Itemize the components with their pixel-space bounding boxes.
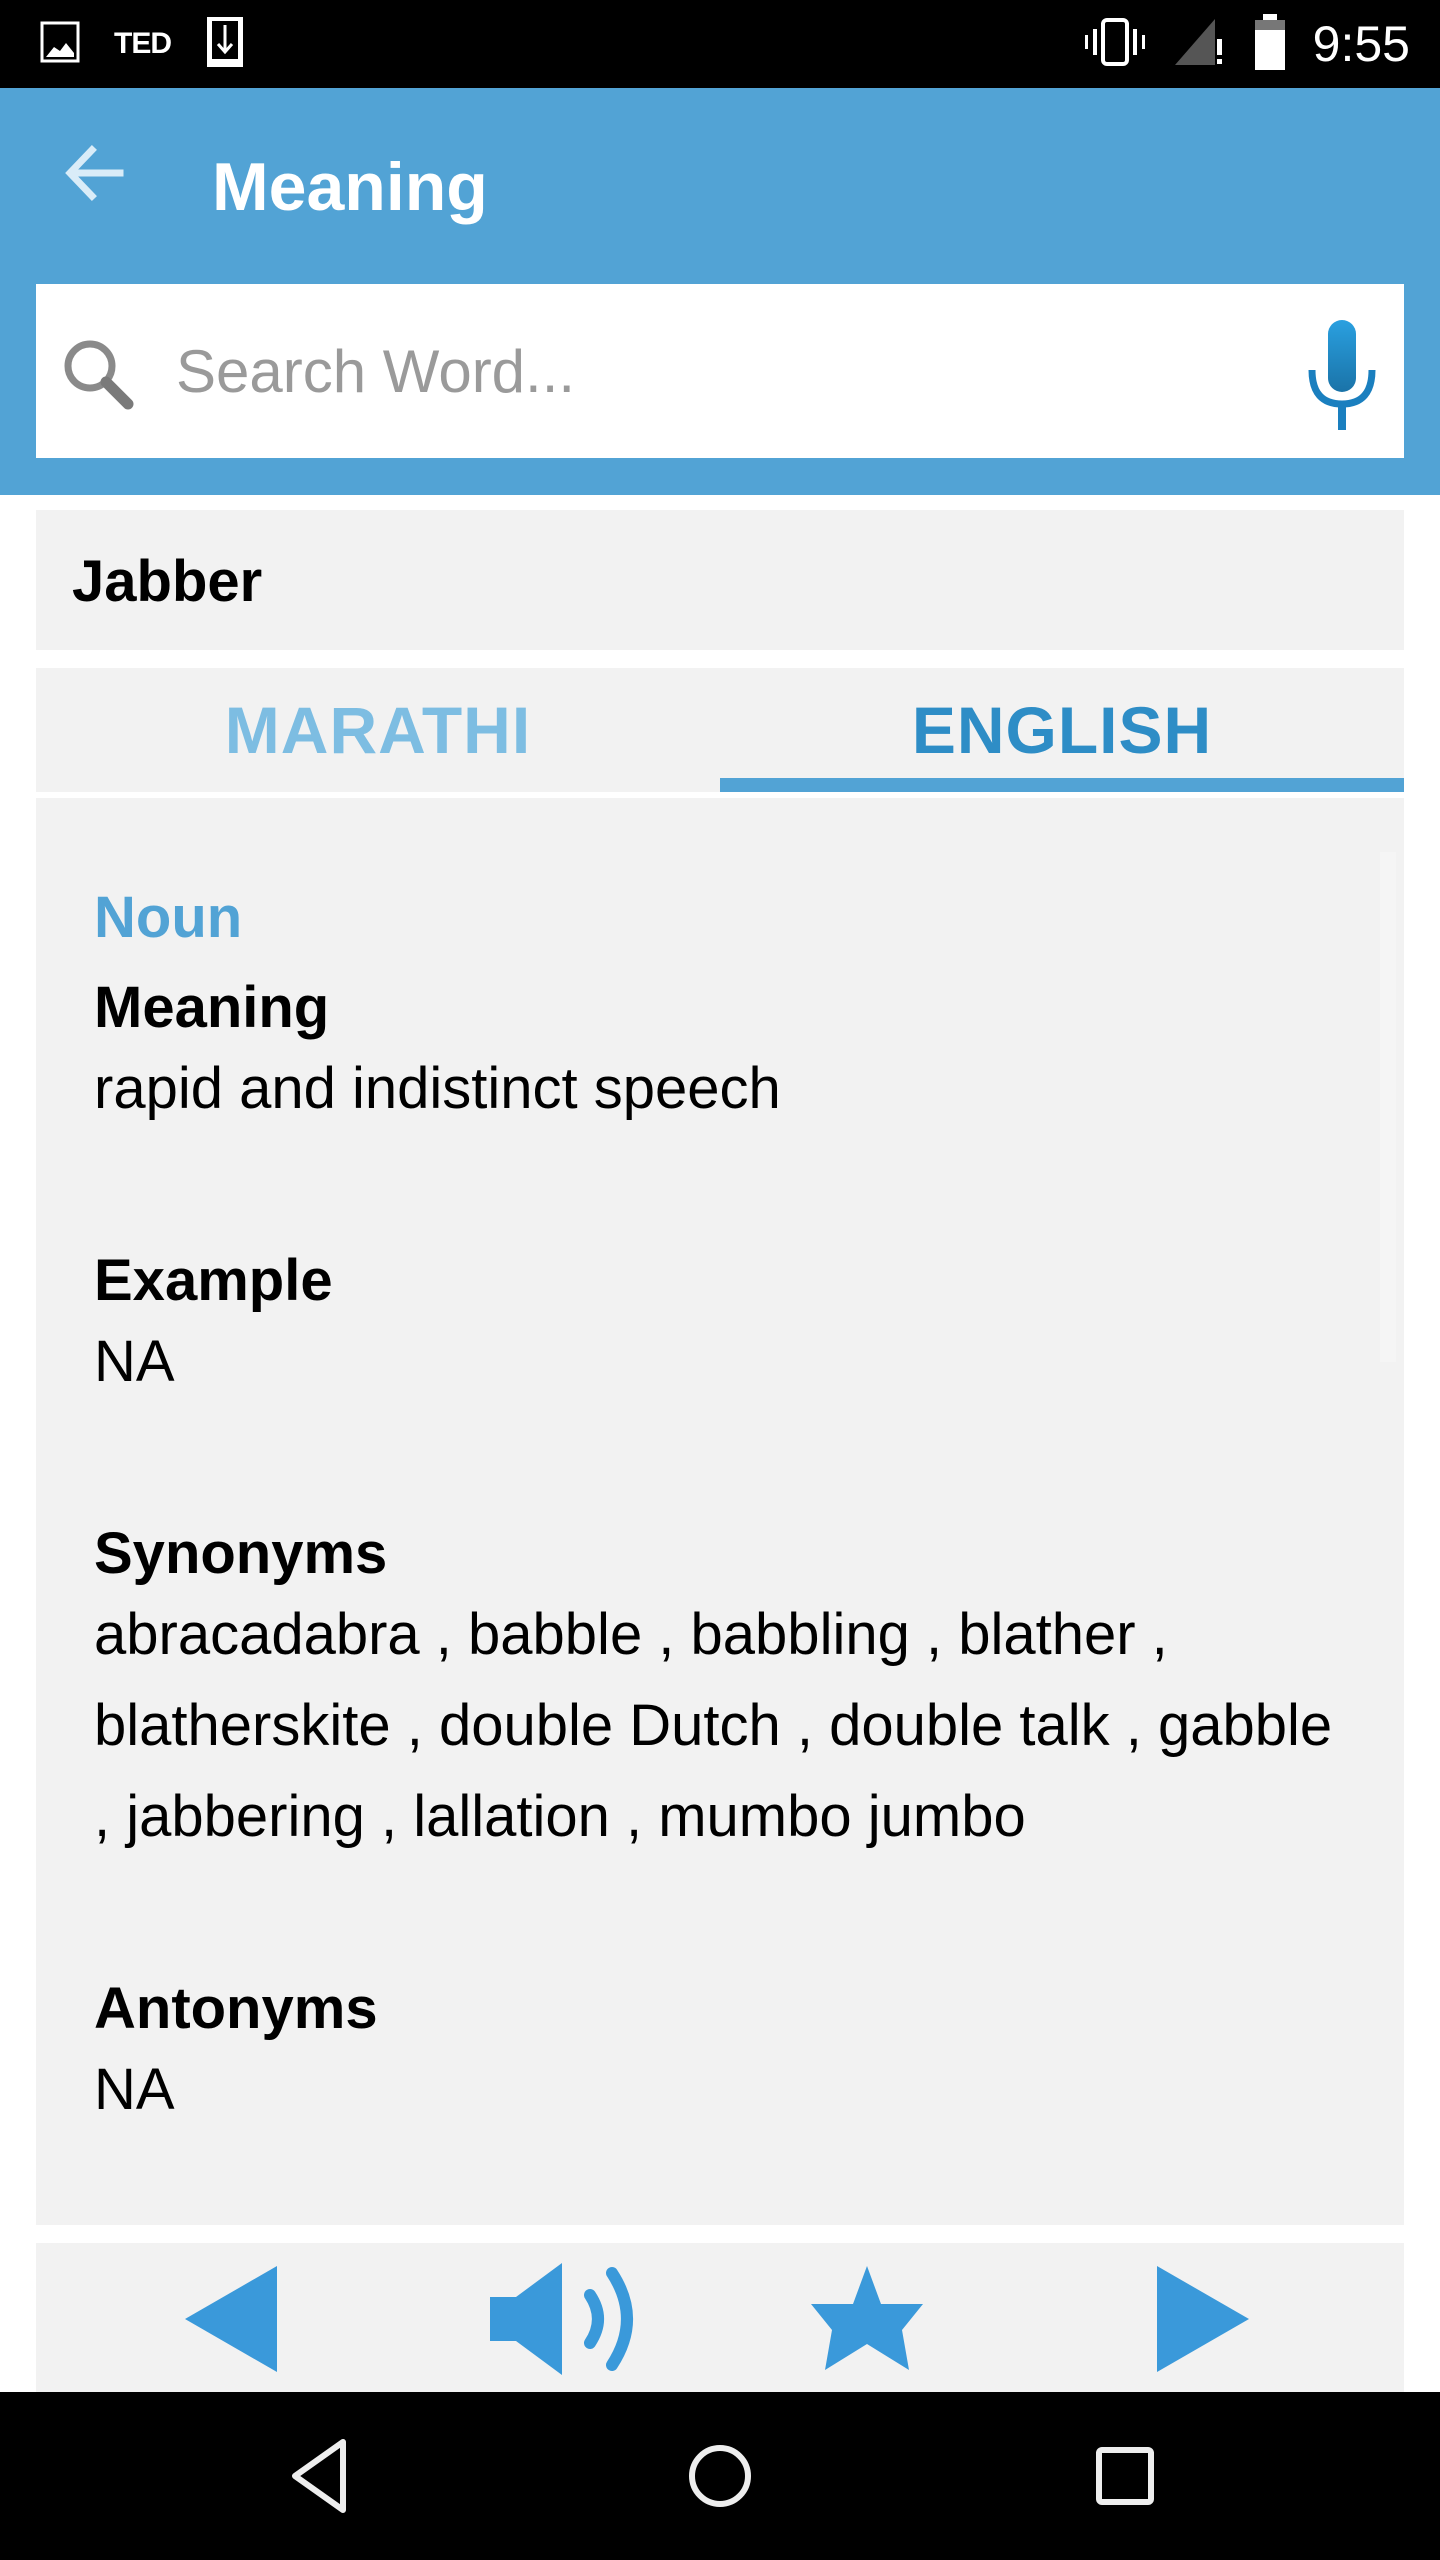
section-heading-synonyms: Synonyms	[94, 1521, 388, 1586]
language-tabs: MARATHI ENGLISH	[36, 668, 1404, 792]
star-icon	[811, 2266, 923, 2370]
definition-panel: Noun Meaning rapid and indistinct speech…	[36, 798, 1404, 2225]
nav-recents-button[interactable]	[1075, 2426, 1175, 2526]
section-text-example: NA	[94, 1329, 175, 1394]
scrollbar[interactable]	[1380, 852, 1396, 1362]
active-tab-indicator	[720, 778, 1404, 792]
searched-word: Jabber	[72, 549, 263, 614]
search-icon[interactable]	[58, 334, 138, 414]
status-bar: TED 9:55	[0, 0, 1440, 88]
vibrate-icon	[1083, 17, 1147, 72]
pronounce-button[interactable]	[482, 2261, 652, 2377]
page-title: Meaning	[212, 149, 488, 225]
ted-notification-icon: TED	[114, 27, 172, 60]
clock: 9:55	[1312, 16, 1410, 72]
next-word-button[interactable]	[1118, 2261, 1288, 2377]
word-card: Jabber	[36, 510, 1404, 650]
part-of-speech: Noun	[94, 885, 243, 950]
nav-back-button[interactable]	[270, 2426, 370, 2526]
section-heading-meaning: Meaning	[94, 975, 330, 1040]
triangle-right-icon	[1157, 2266, 1249, 2372]
signal-icon	[1173, 17, 1227, 72]
section-text-antonyms: NA	[94, 2057, 175, 2122]
app-bar: Meaning	[0, 88, 1440, 495]
speaker-icon	[490, 2263, 633, 2375]
search-input[interactable]	[176, 284, 1256, 458]
triangle-left-icon	[185, 2266, 277, 2372]
word-action-toolbar	[36, 2243, 1404, 2393]
voice-search-button[interactable]	[1304, 320, 1380, 430]
microphone-icon	[1308, 320, 1376, 430]
nav-home-icon	[689, 2445, 751, 2507]
arrow-left-icon	[65, 145, 124, 201]
favorite-button[interactable]	[782, 2261, 952, 2377]
image-notification-icon	[40, 21, 80, 68]
tab-english[interactable]: ENGLISH	[720, 668, 1404, 792]
nav-back-icon	[292, 2439, 346, 2513]
search-bar	[36, 284, 1404, 458]
download-notification-icon	[205, 15, 245, 74]
tab-marathi[interactable]: MARATHI	[36, 668, 720, 792]
section-heading-example: Example	[94, 1248, 333, 1313]
section-text-meaning: rapid and indistinct speech	[94, 1056, 781, 1121]
nav-home-button[interactable]	[670, 2426, 770, 2526]
back-button[interactable]	[58, 138, 138, 208]
section-heading-antonyms: Antonyms	[94, 1976, 378, 2041]
section-text-synonyms: abracadabra , babble , babbling , blathe…	[94, 1602, 1333, 1849]
previous-word-button[interactable]	[146, 2261, 316, 2377]
battery-icon	[1253, 13, 1287, 75]
system-navigation-bar	[0, 2392, 1440, 2560]
nav-recents-icon	[1096, 2447, 1154, 2505]
